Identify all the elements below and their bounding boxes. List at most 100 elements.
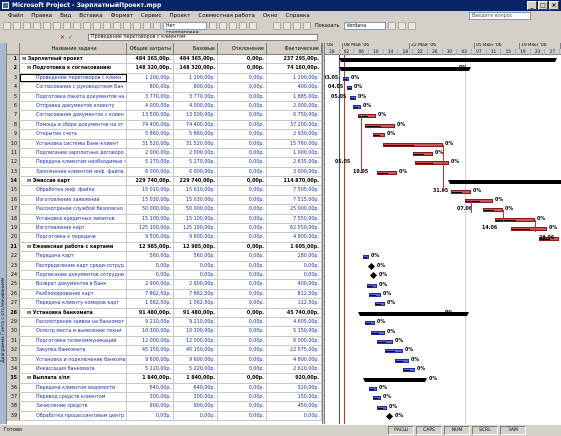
menu-window[interactable]: Окно — [259, 11, 282, 21]
baseline-cost[interactable]: 15 030,00р. — [174, 195, 218, 205]
actual-cost[interactable]: 0,00р. — [267, 261, 322, 270]
baseline-cost[interactable]: 0,00р. — [174, 270, 218, 280]
task-name[interactable]: Закупка банкомата — [20, 346, 127, 355]
table-row[interactable]: 23 Распределение карт среди сотруд 0,00р. 0… — [7, 261, 322, 271]
task-name[interactable]: Установка и подключение банкомат — [20, 355, 127, 364]
task-name[interactable]: Согласование документов с клиен — [20, 111, 127, 120]
task-name[interactable]: Передача клиенту номеров карт — [20, 299, 127, 308]
baseline-cost[interactable]: 74 400,00р. — [174, 120, 218, 130]
task-name[interactable]: ⊟ Установка банкомата — [20, 308, 127, 317]
total-cost[interactable]: 640,00р. — [127, 383, 174, 393]
variance[interactable]: 0,00р. — [218, 148, 267, 158]
table-row[interactable]: 27 Передача клиенту номеров карт 1 562,50р… — [7, 299, 322, 309]
minimize-icon[interactable]: _ — [527, 1, 537, 10]
actual-cost[interactable]: 1 605,00р. — [267, 242, 322, 252]
baseline-cost[interactable]: 6 000,00р. — [174, 167, 218, 177]
task-name[interactable]: Инкассация банкомата — [20, 364, 127, 374]
split-icon[interactable] — [123, 22, 131, 30]
table-row[interactable]: 28 ⊟ Установка банкомата 91 480,00р. 91 480… — [7, 308, 322, 318]
variance[interactable]: 0,00р. — [218, 233, 267, 242]
actual-cost[interactable]: 62 550,00р. — [267, 224, 322, 233]
actual-cost[interactable]: 400,00р. — [267, 280, 322, 289]
task-name[interactable]: ⊟ Зарплатный проект — [20, 55, 127, 64]
total-cost[interactable]: 1 562,50р. — [127, 299, 174, 308]
help-search-input[interactable]: Введите вопрос — [469, 12, 531, 20]
bold-icon[interactable] — [387, 22, 396, 30]
total-cost[interactable]: 300,00р. — [127, 393, 174, 402]
table-row[interactable]: 36 Передача клиентом ведомости 640,00р. 640… — [7, 383, 322, 394]
actual-cost[interactable]: 450,00р. — [267, 402, 322, 411]
table-row[interactable]: 3 Проведение переговоров с клиен 1 200,00р… — [7, 73, 322, 84]
baseline-cost[interactable]: 9 600,00р. — [174, 233, 218, 242]
close-icon[interactable]: × — [549, 1, 559, 10]
total-cost[interactable]: 7 862,50р. — [127, 289, 174, 299]
task-name[interactable]: Помощь в сборе документов на от — [20, 120, 127, 130]
info-icon[interactable] — [133, 22, 141, 30]
total-cost[interactable]: 2 000,00р. — [127, 148, 174, 158]
table-row[interactable]: 26 Разблокирование карт 7 862,50р. 7 862,50… — [7, 289, 322, 300]
total-cost[interactable]: 31 520,00р. — [127, 139, 174, 148]
task-name[interactable]: Обработка процессинговым центр — [20, 411, 127, 421]
table-row[interactable]: 24 Подписание документов сотрудни 0,00р. 0,… — [7, 270, 322, 281]
baseline-cost[interactable]: 45 150,00р. — [174, 346, 218, 355]
total-cost[interactable]: 6 000,00р. — [127, 167, 174, 177]
task-name[interactable]: ⊟ Эмиссия карт — [20, 177, 127, 186]
task-name[interactable]: Передача клиентам необходимых ч — [20, 158, 127, 167]
variance[interactable]: 0,00р. — [218, 402, 267, 411]
baseline-cost[interactable]: 15 100,00р. — [174, 214, 218, 224]
zoom-in-icon[interactable] — [209, 22, 217, 30]
variance[interactable]: 0,00р. — [218, 317, 267, 327]
total-cost[interactable]: 560,00р. — [127, 252, 174, 261]
total-cost[interactable]: 50 000,00р. — [127, 205, 174, 214]
table-row[interactable]: 10 Установка системы Банк-клиент 31 520,00… — [7, 139, 322, 149]
task-name[interactable]: Передача клиентом ведомости — [20, 383, 127, 393]
link-icon[interactable] — [103, 22, 111, 30]
task-name[interactable]: Подготовка к передаче — [20, 233, 127, 242]
table-row[interactable]: 32 Закупка банкомата 45 150,00р. 45 150,00р… — [7, 346, 322, 356]
help-icon[interactable] — [249, 22, 257, 30]
total-cost[interactable]: 0,00р. — [127, 261, 174, 270]
total-cost[interactable]: 484 365,00р. — [127, 55, 174, 64]
task-name[interactable]: Подготовка пакета документов на — [20, 92, 127, 101]
total-cost[interactable]: 125 100,00р. — [127, 224, 174, 233]
variance[interactable]: 0,00р. — [218, 111, 267, 120]
total-cost[interactable]: 1 840,00р. — [127, 374, 174, 383]
actual-cost[interactable]: 2 635,00р. — [267, 158, 322, 167]
table-row[interactable]: 31 Подготовка телекоммуникаций 12 000,00р.… — [7, 336, 322, 347]
table-row[interactable]: 6 Отправка документов клиенту 4 000,00р. 4 … — [7, 101, 322, 112]
actual-cost[interactable]: 812,50р. — [267, 289, 322, 299]
actual-cost[interactable]: 1 885,00р. — [267, 92, 322, 101]
variance[interactable]: 0,00р. — [218, 195, 267, 205]
baseline-cost[interactable]: 3 770,00р. — [174, 92, 218, 101]
baseline-cost[interactable]: 31 520,00р. — [174, 139, 218, 148]
maximize-icon[interactable]: □ — [538, 1, 548, 10]
actual-cost[interactable]: 45 740,00р. — [267, 308, 322, 317]
variance[interactable]: 0,00р. — [218, 101, 267, 111]
spell-icon[interactable] — [53, 22, 61, 30]
task-name[interactable]: Рассмотрение службой безопасно — [20, 205, 127, 214]
baseline-cost[interactable]: 10 300,00р. — [174, 327, 218, 336]
variance[interactable]: 0,00р. — [218, 270, 267, 280]
minus-icon[interactable] — [303, 22, 311, 30]
variance[interactable]: 0,00р. — [218, 346, 267, 355]
variance[interactable]: 0,00р. — [218, 289, 267, 299]
entry-field[interactable]: Проведение переговоров с клиентом — [88, 34, 318, 41]
variance[interactable]: 0,00р. — [218, 186, 267, 195]
total-cost[interactable]: 12 985,00р. — [127, 242, 174, 252]
task-name[interactable]: Согласование с руководством Бан — [20, 83, 127, 92]
table-row[interactable]: 18 Установка кредитных лимитов 15 100,00р.… — [7, 214, 322, 225]
menu-insert[interactable]: Вставка — [75, 11, 106, 21]
actual-cost[interactable]: 2 930,00р. — [267, 130, 322, 139]
variance[interactable]: 0,00р. — [218, 327, 267, 336]
variance[interactable]: 0,00р. — [218, 374, 267, 383]
underline-icon[interactable] — [407, 22, 416, 30]
total-cost[interactable]: 900,00р. — [127, 402, 174, 411]
task-name[interactable]: Передача карт — [20, 252, 127, 261]
variance[interactable]: 0,00р. — [218, 383, 267, 393]
actual-cost[interactable]: 6 750,00р. — [267, 111, 322, 120]
total-cost[interactable]: 5 860,00р. — [127, 130, 174, 139]
task-name[interactable]: Подписание зарплатных договоро — [20, 148, 127, 158]
col-base[interactable]: Базовые — [174, 43, 218, 54]
table-row[interactable]: 39 Обработка процессинговым центр 0,00р. 0,… — [7, 411, 322, 422]
total-cost[interactable]: 9 500,00р. — [127, 233, 174, 242]
